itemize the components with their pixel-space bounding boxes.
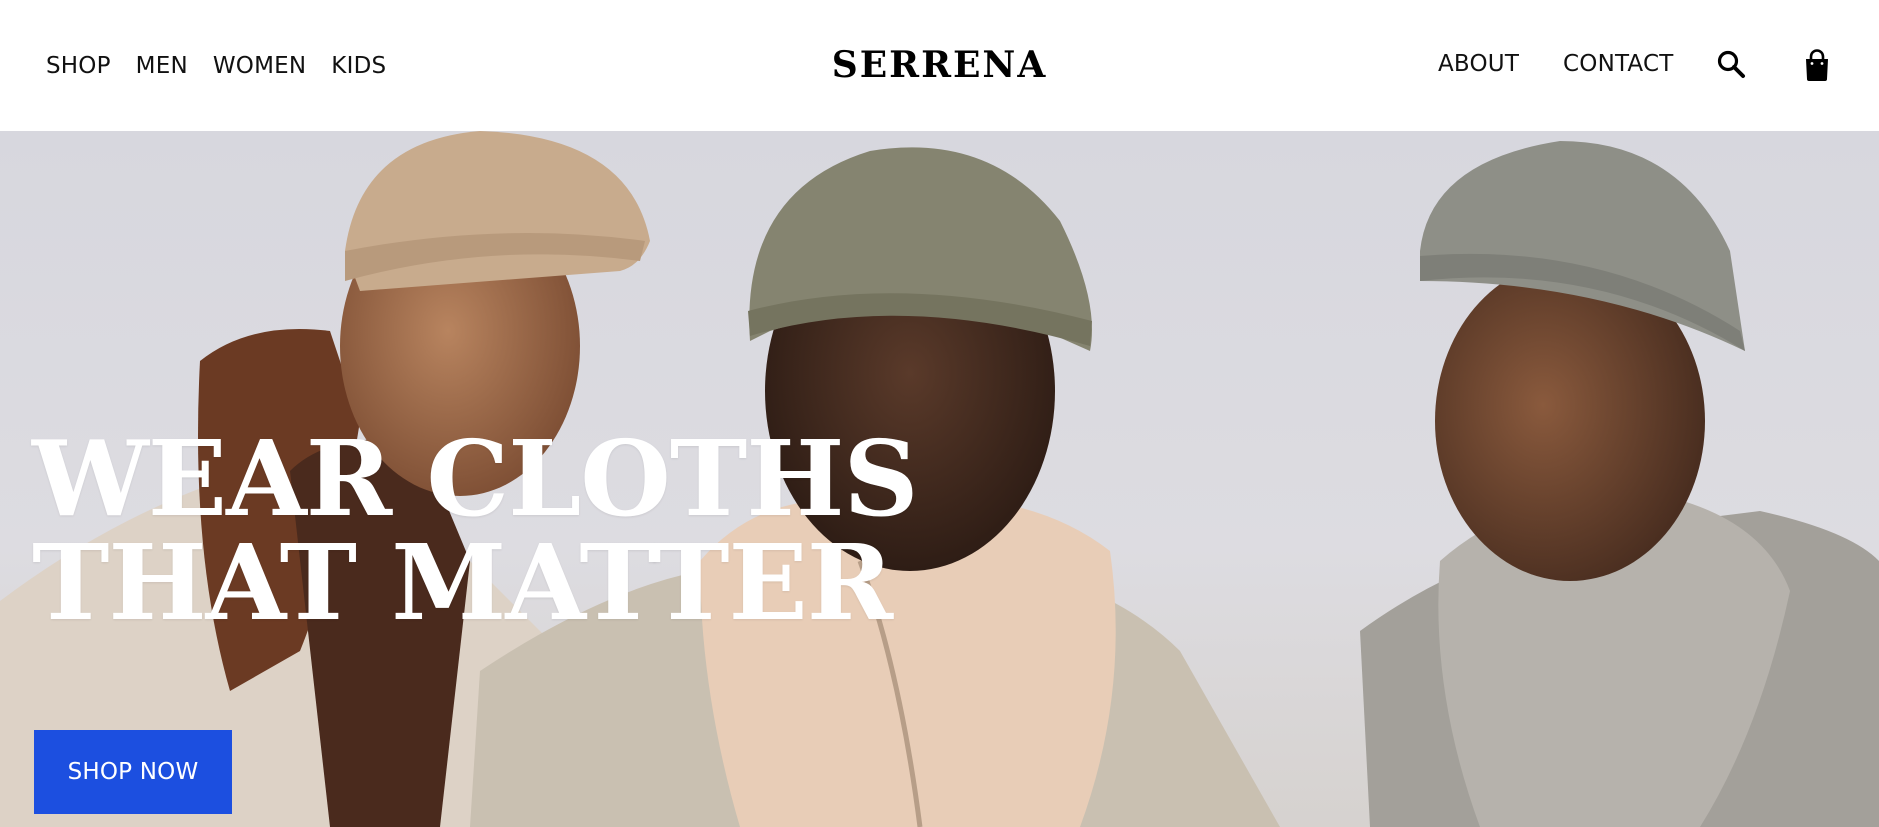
nav-link-women[interactable]: WOMEN: [213, 53, 306, 79]
top-navigation-bar: SHOP MEN WOMEN KIDS SERRENA ABOUT CONTAC…: [0, 0, 1879, 131]
primary-nav: SHOP MEN WOMEN KIDS: [46, 0, 386, 131]
hero-headline-line-1: WEAR CLOTHS: [32, 417, 919, 540]
nav-link-shop[interactable]: SHOP: [46, 53, 111, 79]
shop-now-button[interactable]: SHOP NOW: [34, 730, 232, 814]
brand-logo[interactable]: SERRENA: [790, 44, 1090, 86]
hero-banner: WEAR CLOTHS THAT MATTER SHOP NOW: [0, 131, 1879, 827]
shopping-bag-icon[interactable]: [1800, 48, 1834, 82]
hero-headline-line-2: THAT MATTER: [32, 521, 893, 644]
nav-link-about[interactable]: ABOUT: [1438, 51, 1519, 77]
nav-link-men[interactable]: MEN: [136, 53, 188, 79]
nav-link-contact[interactable]: CONTACT: [1563, 51, 1673, 77]
search-icon[interactable]: [1715, 48, 1749, 82]
nav-link-kids[interactable]: KIDS: [331, 53, 386, 79]
hero-headline: WEAR CLOTHS THAT MATTER: [32, 427, 1012, 635]
